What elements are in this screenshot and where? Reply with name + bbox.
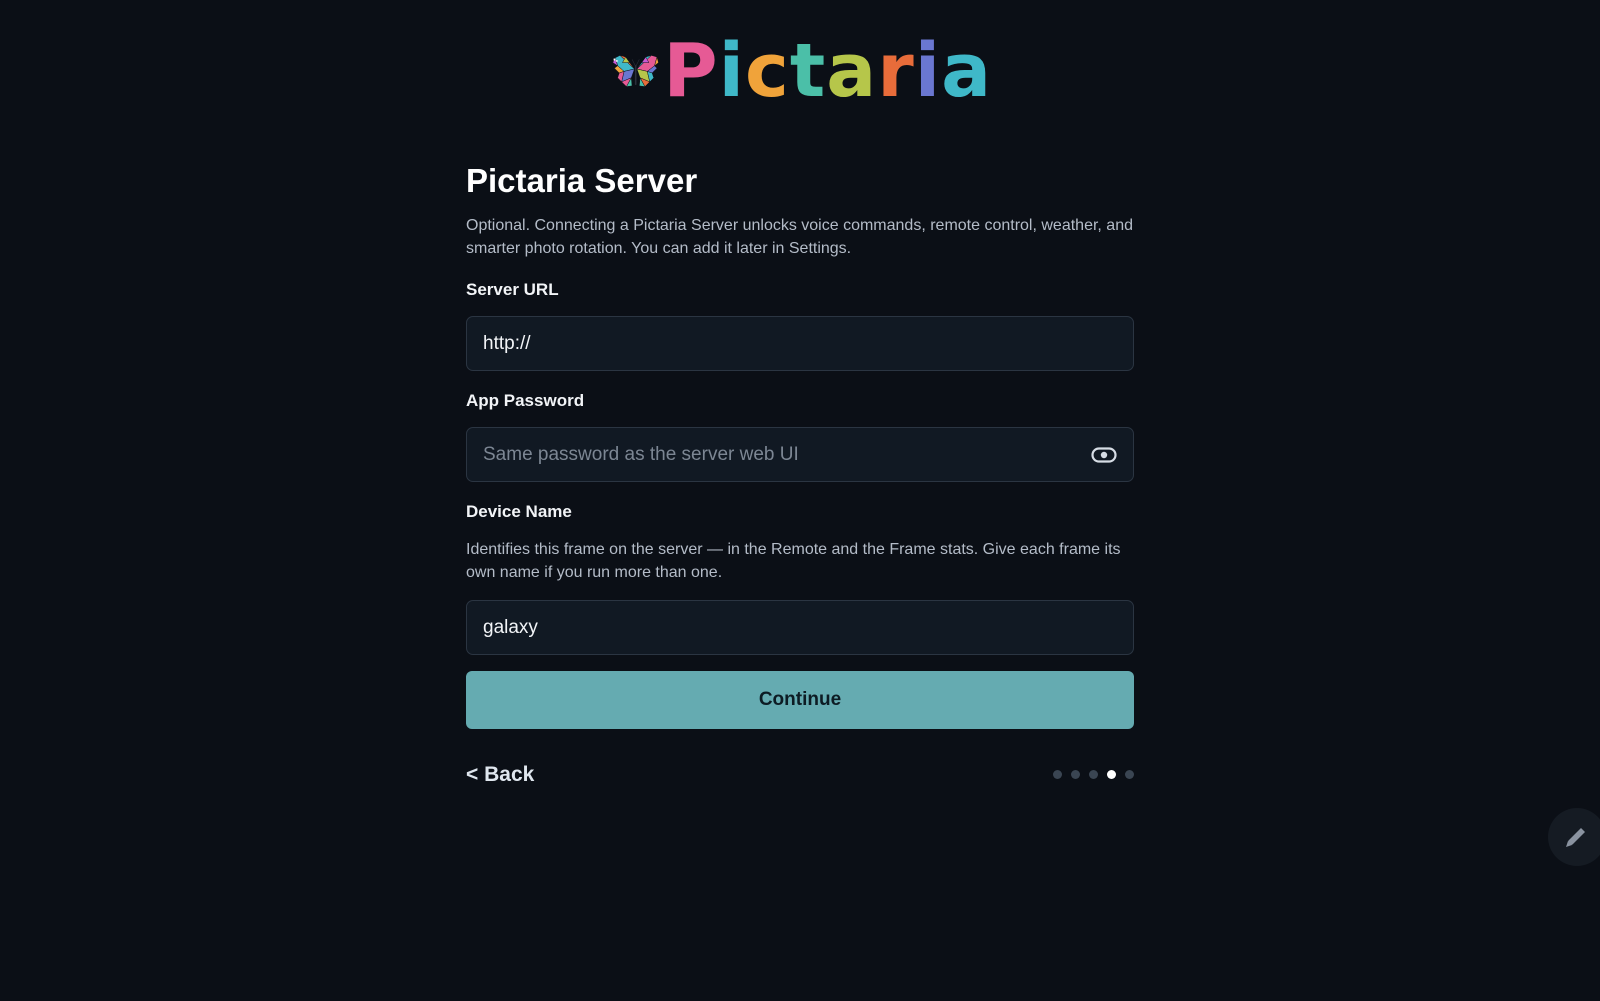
- step-dot: [1053, 770, 1062, 779]
- edit-button[interactable]: [1548, 808, 1600, 866]
- eye-icon[interactable]: [1091, 444, 1117, 466]
- step-dot: [1125, 770, 1134, 779]
- logo-wordmark: Pictaria: [663, 34, 992, 108]
- wizard-footer: < Back: [466, 761, 1134, 789]
- step-dot-active: [1107, 770, 1116, 779]
- continue-button[interactable]: Continue: [466, 671, 1134, 729]
- pencil-icon: [1566, 828, 1585, 847]
- device-name-description: Identifies this frame on the server — in…: [466, 541, 1121, 581]
- logo-letter: c: [745, 28, 790, 114]
- step-dot: [1089, 770, 1098, 779]
- logo-letter: a: [826, 28, 878, 114]
- app-password-input[interactable]: [483, 443, 1063, 466]
- logo-letter: i: [914, 28, 942, 114]
- logo-letter: P: [663, 28, 719, 114]
- app-password-field[interactable]: [466, 427, 1134, 482]
- setup-form: Pictaria Server Optional. Connecting a P…: [466, 158, 1134, 789]
- logo-letter: a: [941, 28, 992, 114]
- pictaria-logo: Pictaria: [612, 28, 992, 114]
- page-title: Pictaria Server: [466, 162, 698, 199]
- step-indicator: [1053, 770, 1134, 779]
- server-url-field[interactable]: [466, 316, 1134, 371]
- step-dot: [1071, 770, 1080, 779]
- app-password-label: App Password: [466, 391, 585, 410]
- logo-letter: r: [877, 28, 915, 114]
- server-url-input[interactable]: [483, 332, 1063, 355]
- logo-letter: t: [789, 28, 827, 114]
- back-button[interactable]: < Back: [466, 761, 534, 789]
- butterfly-icon: [612, 55, 659, 88]
- server-url-label: Server URL: [466, 280, 559, 299]
- device-name-field[interactable]: [466, 600, 1134, 655]
- device-name-label: Device Name: [466, 502, 572, 521]
- logo-letter: i: [718, 28, 745, 114]
- page-description: Optional. Connecting a Pictaria Server u…: [466, 217, 1133, 257]
- device-name-input[interactable]: [483, 616, 1063, 639]
